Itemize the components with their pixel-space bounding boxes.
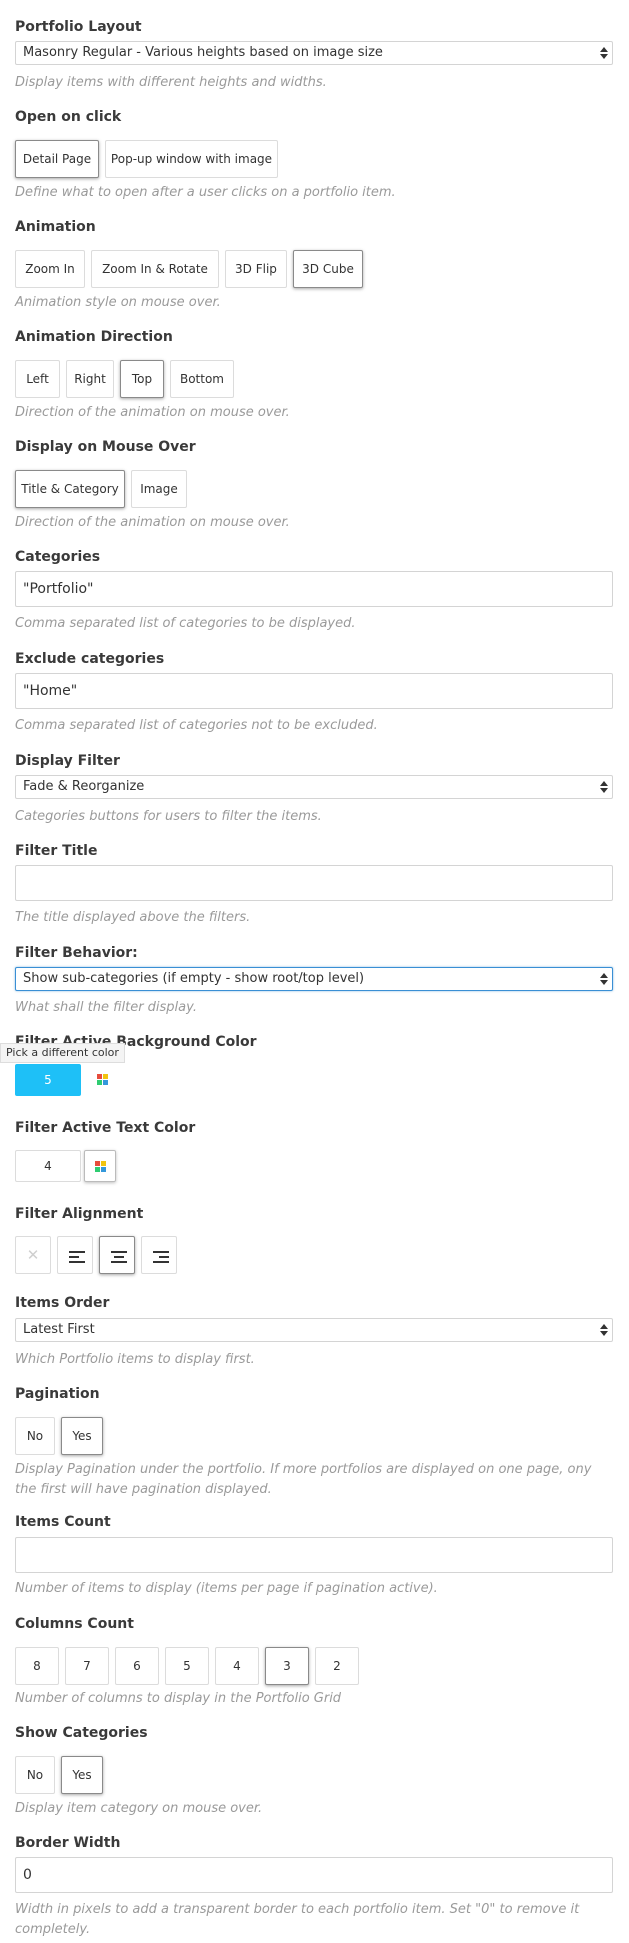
border-width-label: Border Width — [15, 1835, 121, 1851]
animation-zoom-rotate-button[interactable]: Zoom In & Rotate — [91, 250, 219, 288]
select-arrows-icon — [600, 779, 608, 795]
color-palette-icon — [95, 1161, 106, 1172]
items-order-label: Items Order — [15, 1295, 110, 1311]
items-count-description: Number of items to display (items per pa… — [15, 1581, 438, 1596]
align-left-button[interactable] — [57, 1236, 93, 1274]
items-order-value: Latest First — [23, 1322, 95, 1337]
items-count-input[interactable] — [15, 1537, 613, 1573]
columns-3-button[interactable]: 3 — [265, 1647, 309, 1685]
display-filter-label: Display Filter — [15, 753, 120, 769]
filter-title-description: The title displayed above the filters. — [15, 910, 251, 925]
portfolio-layout-select[interactable]: Masonry Regular - Various heights based … — [15, 41, 613, 65]
filter-active-bg-color-picker-button[interactable] — [87, 1064, 119, 1096]
portfolio-layout-description: Display items with different heights and… — [15, 75, 327, 90]
align-center-button[interactable] — [99, 1236, 135, 1274]
animation-label: Animation — [15, 219, 96, 235]
filter-behavior-label: Filter Behavior: — [15, 945, 138, 961]
columns-5-button[interactable]: 5 — [165, 1647, 209, 1685]
exclude-categories-input[interactable]: "Home" — [15, 673, 613, 709]
items-order-select[interactable]: Latest First — [15, 1318, 613, 1342]
columns-8-button[interactable]: 8 — [15, 1647, 59, 1685]
filter-active-text-color-label: Filter Active Text Color — [15, 1120, 196, 1136]
filter-behavior-value: Show sub-categories (if empty - show roo… — [23, 971, 365, 986]
pagination-yes-button[interactable]: Yes — [61, 1417, 103, 1455]
open-on-click-description: Define what to open after a user clicks … — [15, 185, 396, 200]
items-count-label: Items Count — [15, 1514, 111, 1530]
show-categories-description: Display item category on mouse over. — [15, 1801, 263, 1816]
color-palette-icon — [97, 1074, 108, 1085]
filter-active-bg-color-swatch[interactable]: 5 — [15, 1064, 81, 1096]
filter-active-text-color-picker-button[interactable] — [84, 1150, 116, 1182]
animation-3d-cube-button[interactable]: 3D Cube — [293, 250, 363, 288]
filter-active-text-color-swatch[interactable]: 4 — [15, 1150, 81, 1182]
display-image-button[interactable]: Image — [131, 470, 187, 508]
direction-bottom-button[interactable]: Bottom — [170, 360, 234, 398]
pagination-label: Pagination — [15, 1386, 100, 1402]
open-detail-page-button[interactable]: Detail Page — [15, 140, 99, 178]
portfolio-layout-value: Masonry Regular - Various heights based … — [23, 45, 383, 60]
exclude-categories-label: Exclude categories — [15, 651, 165, 667]
direction-top-button[interactable]: Top — [120, 360, 164, 398]
columns-7-button[interactable]: 7 — [65, 1647, 109, 1685]
color-picker-tooltip: Pick a different color — [0, 1043, 125, 1063]
show-categories-yes-button[interactable]: Yes — [61, 1756, 103, 1794]
filter-behavior-description: What shall the filter display. — [15, 1000, 197, 1015]
columns-4-button[interactable]: 4 — [215, 1647, 259, 1685]
border-width-description: Width in pixels to add a transparent bor… — [15, 1902, 580, 1937]
filter-title-input[interactable] — [15, 865, 613, 901]
direction-right-button[interactable]: Right — [66, 360, 114, 398]
exclude-categories-description: Comma separated list of categories not t… — [15, 718, 378, 733]
show-categories-label: Show Categories — [15, 1725, 148, 1741]
direction-left-button[interactable]: Left — [15, 360, 60, 398]
display-filter-select[interactable]: Fade & Reorganize — [15, 775, 613, 799]
select-arrows-icon — [600, 45, 608, 61]
animation-direction-description: Direction of the animation on mouse over… — [15, 405, 290, 420]
display-mouse-over-description: Direction of the animation on mouse over… — [15, 515, 290, 530]
select-arrows-icon — [600, 1322, 608, 1338]
display-filter-value: Fade & Reorganize — [23, 779, 145, 794]
columns-count-description: Number of columns to display in the Port… — [15, 1691, 342, 1706]
filter-behavior-select[interactable]: Show sub-categories (if empty - show roo… — [15, 967, 613, 991]
columns-6-button[interactable]: 6 — [115, 1647, 159, 1685]
animation-description: Animation style on mouse over. — [15, 295, 221, 310]
align-right-icon — [153, 1251, 169, 1263]
animation-3d-flip-button[interactable]: 3D Flip — [225, 250, 287, 288]
filter-alignment-label: Filter Alignment — [15, 1206, 144, 1222]
display-filter-description: Categories buttons for users to filter t… — [15, 809, 322, 824]
pagination-no-button[interactable]: No — [15, 1417, 55, 1455]
show-categories-no-button[interactable]: No — [15, 1756, 55, 1794]
portfolio-layout-label: Portfolio Layout — [15, 19, 142, 35]
display-title-category-button[interactable]: Title & Category — [15, 470, 125, 508]
open-popup-image-button[interactable]: Pop-up window with image — [105, 140, 278, 178]
open-on-click-label: Open on click — [15, 109, 122, 125]
columns-count-label: Columns Count — [15, 1616, 134, 1632]
pagination-description: Display Pagination under the portfolio. … — [15, 1462, 592, 1497]
select-arrows-icon — [600, 971, 608, 987]
border-width-input[interactable]: 0 — [15, 1857, 613, 1893]
columns-2-button[interactable]: 2 — [315, 1647, 359, 1685]
items-order-description: Which Portfolio items to display first. — [15, 1352, 255, 1367]
animation-direction-label: Animation Direction — [15, 329, 173, 345]
categories-input[interactable]: "Portfolio" — [15, 571, 613, 607]
align-left-icon — [69, 1251, 85, 1263]
categories-description: Comma separated list of categories to be… — [15, 616, 356, 631]
filter-title-label: Filter Title — [15, 843, 98, 859]
align-center-icon — [111, 1251, 127, 1263]
align-none-button[interactable]: ✕ — [15, 1236, 51, 1274]
none-icon: ✕ — [26, 1246, 40, 1264]
align-right-button[interactable] — [141, 1236, 177, 1274]
display-mouse-over-label: Display on Mouse Over — [15, 439, 196, 455]
categories-label: Categories — [15, 549, 101, 565]
animation-zoom-in-button[interactable]: Zoom In — [15, 250, 85, 288]
